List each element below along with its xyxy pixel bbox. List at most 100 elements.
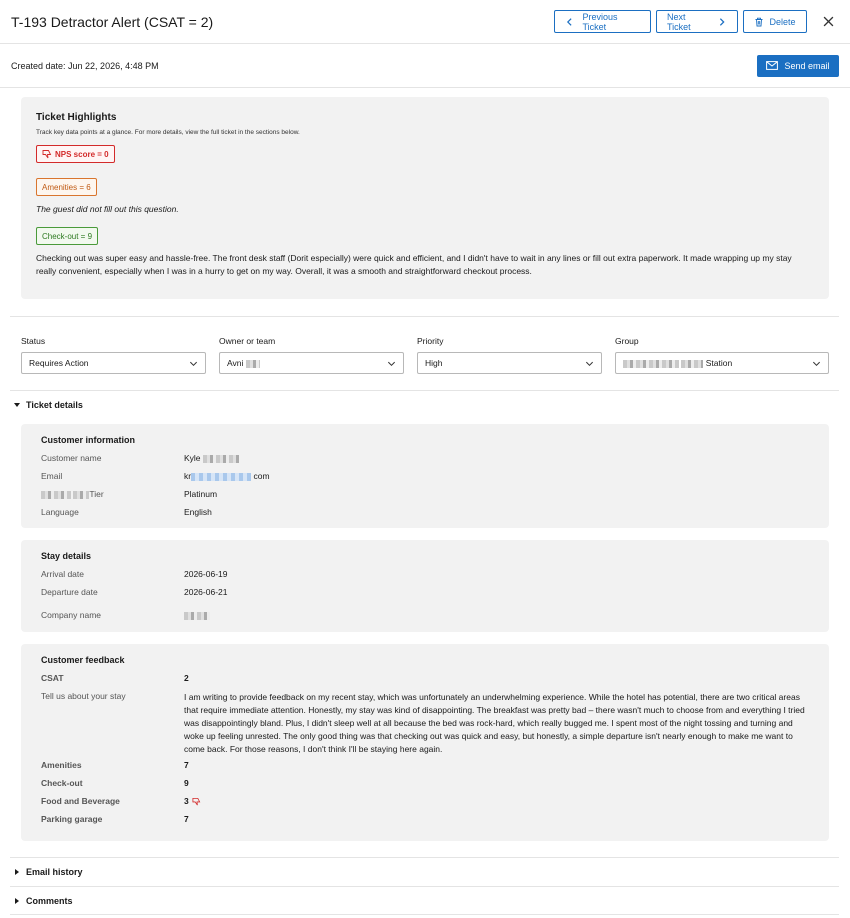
- owner-value: Avni: [227, 358, 244, 368]
- stay-feedback-label: Tell us about your stay: [41, 691, 126, 701]
- chevron-down-icon: [387, 361, 396, 366]
- nps-score-label: NPS score = 0: [55, 149, 109, 159]
- checkout-chip: Check-out = 9: [36, 227, 99, 245]
- amenities-chip-label: Amenities = 6: [42, 182, 91, 192]
- ticket-fields: Status Requires Action Owner or team Avn…: [21, 336, 829, 374]
- group-value: Station: [705, 358, 733, 368]
- customer-information-card: Customer information Customer name Kyle …: [21, 424, 829, 528]
- divider: [10, 390, 839, 391]
- previous-ticket-label: Previous Ticket: [582, 11, 618, 32]
- nps-score-chip: NPS score = 0: [36, 145, 115, 163]
- stay-feedback-text: I am writing to provide feedback on my r…: [184, 692, 805, 754]
- amenities-chip: Amenities = 6: [36, 178, 97, 196]
- customer-name-row: Customer name Kyle: [41, 452, 809, 470]
- language-value: English: [184, 507, 212, 517]
- food-label: Food and Beverage: [41, 796, 120, 806]
- language-label: Language: [41, 507, 79, 517]
- company-label: Company name: [41, 610, 102, 620]
- caret-right-icon: [15, 869, 19, 875]
- email-suffix: com: [253, 471, 270, 481]
- created-date: Created date: Jun 22, 2026, 4:48 PM: [11, 60, 159, 71]
- stay-feedback-row: Tell us about your stay I am writing to …: [41, 690, 809, 756]
- status-field: Status Requires Action: [21, 336, 206, 374]
- csat-value: 2: [184, 673, 189, 683]
- amenities-label: Amenities: [41, 760, 82, 770]
- status-select[interactable]: Requires Action: [21, 352, 206, 374]
- redacted-email: [191, 472, 252, 481]
- send-email-button[interactable]: Send email: [757, 54, 839, 77]
- close-button[interactable]: [817, 11, 839, 33]
- chevron-right-icon: [720, 17, 726, 26]
- trash-icon: [755, 17, 763, 26]
- food-value: 3: [184, 796, 189, 806]
- customer-feedback-card: Customer feedback CSAT 2 Tell us about y…: [21, 644, 829, 841]
- departure-value: 2026-06-21: [184, 587, 228, 597]
- divider: [10, 914, 839, 915]
- redacted-company: [184, 611, 210, 620]
- arrival-row: Arrival date 2026-06-19: [41, 568, 809, 586]
- email-prefix: kr: [184, 471, 192, 481]
- priority-label: Priority: [417, 336, 444, 346]
- next-ticket-label: Next Ticket: [667, 11, 691, 32]
- customer-name-label: Customer name: [41, 453, 102, 463]
- checkout-value: 9: [184, 778, 189, 788]
- email-history-label: Email history: [26, 867, 83, 877]
- delete-button[interactable]: Delete: [743, 10, 807, 33]
- departure-row: Departure date 2026-06-21: [41, 586, 809, 604]
- parking-row: Parking garage 7: [41, 813, 809, 831]
- departure-label: Departure date: [41, 587, 98, 597]
- divider: [10, 316, 839, 317]
- divider: [10, 857, 839, 858]
- priority-field: Priority High: [417, 336, 602, 374]
- redacted-tier-program-2: [73, 490, 90, 499]
- ticket-highlights-card: Ticket Highlights Track key data points …: [21, 97, 829, 299]
- ticket-details-toggle[interactable]: Ticket details: [14, 400, 83, 410]
- language-row: Language English: [41, 506, 809, 524]
- parking-value: 7: [184, 814, 189, 824]
- arrival-value: 2026-06-19: [184, 569, 228, 579]
- email-link[interactable]: kr com: [184, 470, 809, 481]
- checkout-comment: Checking out was super easy and hassle-f…: [36, 253, 792, 276]
- owner-label: Owner or team: [219, 336, 276, 346]
- mail-icon: [766, 61, 779, 70]
- redacted-owner: [245, 359, 260, 368]
- email-row: Email kr com: [41, 470, 809, 488]
- status-label: Status: [21, 336, 46, 346]
- food-row: Food and Beverage 3: [41, 795, 809, 813]
- send-email-label: Send email: [784, 60, 830, 71]
- priority-select[interactable]: High: [417, 352, 602, 374]
- ticket-header: T-193 Detractor Alert (CSAT = 2) Previou…: [0, 0, 850, 44]
- tier-value: Platinum: [184, 489, 218, 499]
- ticket-title: T-193 Detractor Alert (CSAT = 2): [11, 13, 214, 30]
- group-field: Group Station: [615, 336, 829, 374]
- thumbs-down-icon: [42, 150, 52, 159]
- parking-label: Parking garage: [41, 814, 103, 824]
- chevron-left-icon: [566, 17, 572, 26]
- thumbs-down-icon: [192, 797, 201, 805]
- checkout-chip-label: Check-out = 9: [42, 231, 93, 241]
- status-value: Requires Action: [29, 358, 89, 368]
- csat-label: CSAT: [41, 673, 64, 683]
- close-icon: [823, 16, 833, 27]
- chevron-down-icon: [189, 361, 198, 366]
- previous-ticket-button[interactable]: Previous Ticket: [554, 10, 651, 33]
- email-label: Email: [41, 471, 63, 481]
- csat-row: CSAT 2: [41, 672, 809, 690]
- comments-toggle[interactable]: Comments: [14, 896, 73, 906]
- amenities-row: Amenities 7: [41, 759, 809, 777]
- amenities-note: The guest did not fill out this question…: [36, 204, 179, 214]
- tier-label: Tier: [89, 489, 104, 499]
- customer-information-title: Customer information: [41, 435, 136, 445]
- next-ticket-button[interactable]: Next Ticket: [656, 10, 738, 33]
- caret-down-icon: [14, 403, 20, 407]
- email-history-toggle[interactable]: Email history: [14, 867, 83, 877]
- group-label: Group: [615, 336, 639, 346]
- amenities-value: 7: [184, 760, 189, 770]
- group-select[interactable]: Station: [615, 352, 829, 374]
- chevron-down-icon: [585, 361, 594, 366]
- checkout-label: Check-out: [41, 778, 83, 788]
- owner-select[interactable]: Avni: [219, 352, 404, 374]
- redacted-tier-program: [41, 490, 71, 499]
- redacted-group: [623, 359, 679, 368]
- redacted-surname: [202, 454, 239, 463]
